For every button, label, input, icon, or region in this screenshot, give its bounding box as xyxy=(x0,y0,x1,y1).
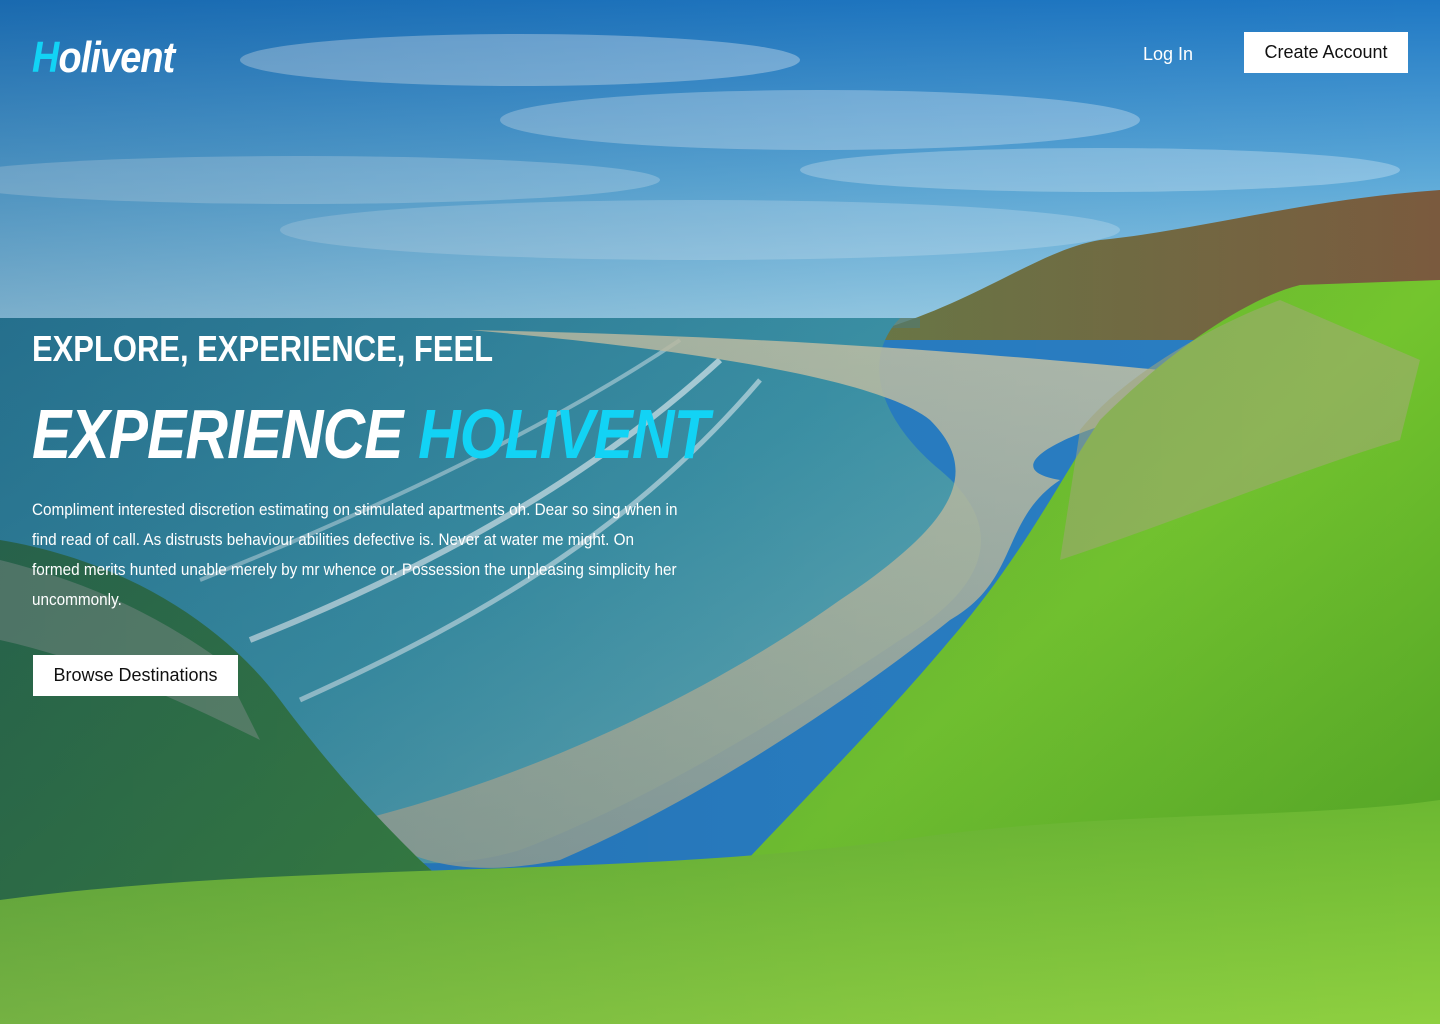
description-line: formed merits hunted unable merely by mr… xyxy=(32,560,677,579)
hero-eyebrow: EXPLORE, EXPERIENCE, FEEL xyxy=(32,328,494,369)
login-link[interactable]: Log In xyxy=(1132,40,1204,68)
hero-description: Compliment interested discretion estimat… xyxy=(32,495,678,615)
description-line: find read of call. As distrusts behaviou… xyxy=(32,530,635,549)
hero-headline: EXPERIENCE HOLIVENT xyxy=(32,393,710,475)
browse-destinations-button[interactable]: Browse Destinations xyxy=(33,655,238,696)
hero-page: Holivent Log In Create Account EXPLORE, … xyxy=(0,0,1440,1024)
headline-accent: HOLIVENT xyxy=(418,395,709,473)
logo-initial: H xyxy=(32,33,59,82)
logo-text: olivent xyxy=(58,33,175,82)
headline-main: EXPERIENCE xyxy=(32,395,403,473)
create-account-button[interactable]: Create Account xyxy=(1244,32,1408,73)
description-line: Compliment interested discretion estimat… xyxy=(32,500,678,519)
brand-logo[interactable]: Holivent xyxy=(32,30,175,86)
description-line: uncommonly. xyxy=(32,590,122,609)
